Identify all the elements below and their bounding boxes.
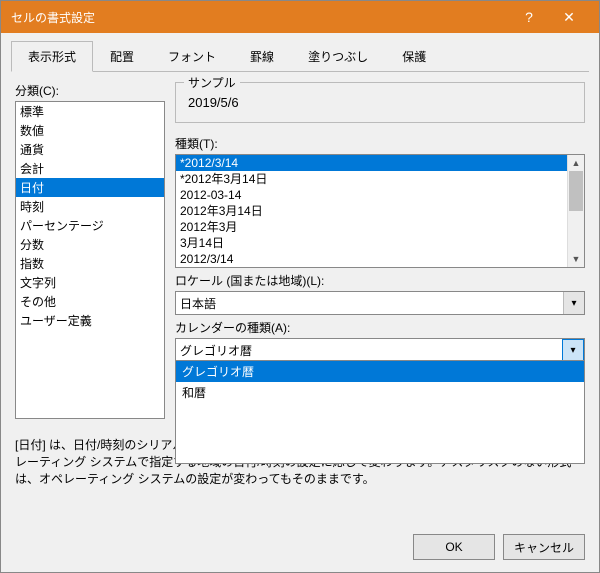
list-item[interactable]: 2012/3/14 — [176, 251, 568, 267]
dropdown-item[interactable]: グレゴリオ暦 — [176, 361, 584, 382]
calendar-dropdown-list: グレゴリオ暦 和暦 — [175, 360, 585, 464]
tab-number-format[interactable]: 表示形式 — [11, 41, 93, 72]
list-item[interactable]: 標準 — [16, 102, 164, 121]
sample-value: 2019/5/6 — [184, 91, 576, 114]
chevron-down-icon[interactable]: ▾ — [563, 292, 584, 314]
sample-label: サンプル — [184, 74, 240, 91]
list-item[interactable]: 2012-03-14 — [176, 187, 568, 203]
close-button[interactable]: ✕ — [549, 1, 589, 33]
list-item[interactable]: ユーザー定義 — [16, 311, 164, 330]
type-listbox[interactable]: *2012/3/14 *2012年3月14日 2012-03-14 2012年3… — [175, 154, 585, 268]
cancel-button[interactable]: キャンセル — [503, 534, 585, 560]
list-item[interactable]: 数値 — [16, 121, 164, 140]
chevron-down-icon[interactable]: ▾ — [562, 339, 584, 361]
tab-font[interactable]: フォント — [151, 41, 233, 71]
window-title: セルの書式設定 — [11, 9, 509, 26]
calendar-dropdown: グレゴリオ暦 ▾ グレゴリオ暦 和暦 — [175, 338, 585, 362]
list-item[interactable]: 指数 — [16, 254, 164, 273]
button-row: OK キャンセル — [1, 522, 599, 572]
ok-button[interactable]: OK — [413, 534, 495, 560]
list-item[interactable]: *2012年3月14日 — [176, 171, 568, 187]
calendar-label: カレンダーの種類(A): — [175, 319, 585, 336]
content-area: 分類(C): 標準 数値 通貨 会計 日付 時刻 パーセンテージ 分数 指数 文… — [1, 72, 599, 522]
scrollbar[interactable]: ▲ ▼ — [567, 155, 584, 267]
list-item[interactable]: *2012/3/14 — [176, 155, 568, 171]
locale-label: ロケール (国または地域)(L): — [175, 272, 585, 289]
tab-strip: 表示形式 配置 フォント 罫線 塗りつぶし 保護 — [11, 41, 589, 72]
help-button[interactable]: ? — [509, 1, 549, 33]
type-label: 種類(T): — [175, 135, 585, 152]
list-item[interactable]: 3月14日 — [176, 235, 568, 251]
category-listbox[interactable]: 標準 数値 通貨 会計 日付 時刻 パーセンテージ 分数 指数 文字列 その他 … — [15, 101, 165, 419]
list-item[interactable]: 分数 — [16, 235, 164, 254]
list-item[interactable]: 文字列 — [16, 273, 164, 292]
sample-group: サンプル 2019/5/6 — [175, 82, 585, 123]
category-label: 分類(C): — [15, 82, 165, 99]
tab-protection[interactable]: 保護 — [385, 41, 443, 71]
calendar-value: グレゴリオ暦 — [180, 342, 252, 359]
scroll-up-icon[interactable]: ▲ — [568, 155, 584, 171]
scroll-down-icon[interactable]: ▼ — [568, 251, 584, 267]
calendar-select[interactable]: グレゴリオ暦 ▾ — [175, 338, 585, 362]
list-item[interactable]: その他 — [16, 292, 164, 311]
tab-border[interactable]: 罫線 — [233, 41, 291, 71]
locale-select[interactable]: 日本語 ▾ — [175, 291, 585, 315]
list-item[interactable]: 会計 — [16, 159, 164, 178]
list-item[interactable]: 通貨 — [16, 140, 164, 159]
dialog-window: セルの書式設定 ? ✕ 表示形式 配置 フォント 罫線 塗りつぶし 保護 分類(… — [0, 0, 600, 573]
scroll-thumb[interactable] — [569, 171, 583, 211]
list-item[interactable]: 2012年3月 — [176, 219, 568, 235]
tab-alignment[interactable]: 配置 — [93, 41, 151, 71]
locale-value: 日本語 — [180, 295, 216, 312]
list-item[interactable]: 時刻 — [16, 197, 164, 216]
list-item[interactable]: パーセンテージ — [16, 216, 164, 235]
titlebar: セルの書式設定 ? ✕ — [1, 1, 599, 33]
dropdown-item[interactable]: 和暦 — [176, 382, 584, 403]
list-item[interactable]: 2012年3月14日 — [176, 203, 568, 219]
tab-fill[interactable]: 塗りつぶし — [291, 41, 385, 71]
list-item[interactable]: 日付 — [16, 178, 164, 197]
